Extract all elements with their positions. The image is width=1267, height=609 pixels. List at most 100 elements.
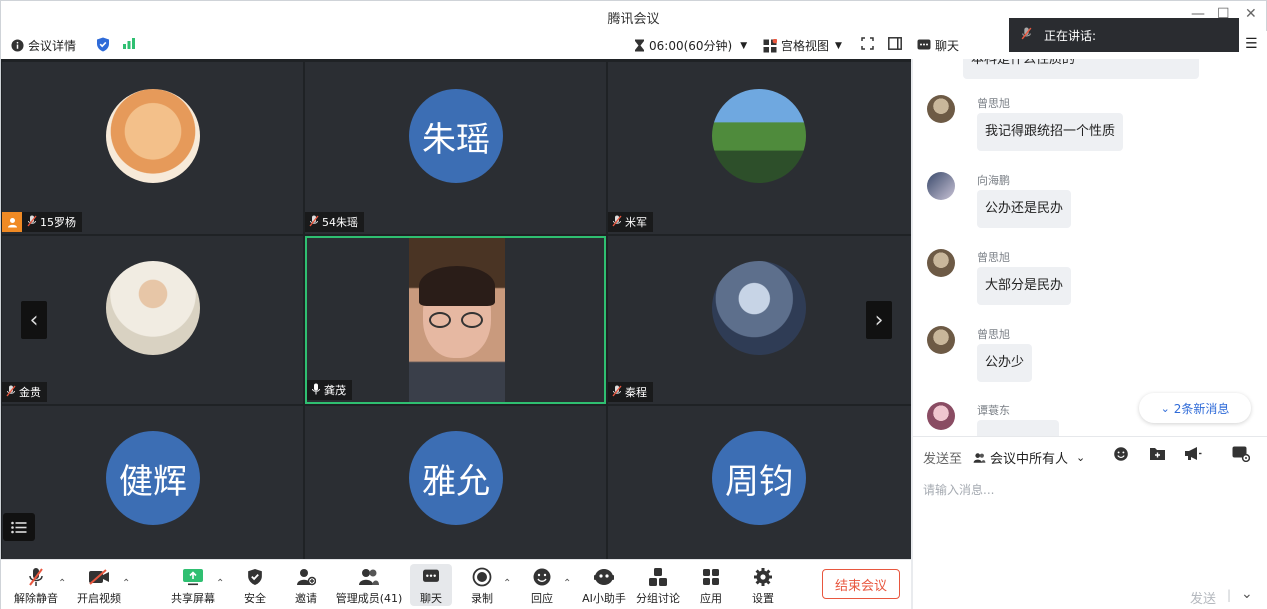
prev-page-button[interactable]: ‹: [21, 301, 47, 339]
chevron-up-icon[interactable]: ⌃: [122, 578, 130, 589]
chevron-up-icon[interactable]: ⌃: [503, 578, 511, 589]
breakout-label: 分组讨论: [636, 592, 680, 605]
participant-tile[interactable]: 健辉: [2, 406, 303, 559]
ai-assistant-label: AI小助手: [582, 592, 626, 605]
participant-name-tag: 金贵: [2, 382, 47, 402]
participant-tile[interactable]: 米军: [608, 62, 911, 234]
chevron-down-icon[interactable]: ⌄: [1241, 586, 1253, 602]
chat-button[interactable]: 聊天: [410, 564, 452, 606]
chat-message: 曾思旭 大部分是民办: [927, 249, 1247, 309]
participant-tile-active[interactable]: 龚茂: [305, 236, 606, 404]
speaking-indicator: 正在讲话:: [1009, 18, 1239, 52]
double-chevron-down-icon: ⌄: [1160, 401, 1170, 415]
chevron-right-icon: ›: [874, 307, 884, 333]
participant-tile[interactable]: 周钧: [608, 406, 911, 559]
next-page-button[interactable]: ›: [866, 301, 892, 339]
start-video-button[interactable]: 开启视频: [69, 566, 129, 606]
participant-name-tag: 54朱瑶: [305, 212, 364, 232]
video-off-icon: [89, 569, 109, 585]
chat-bubble: 公办少: [977, 344, 1033, 382]
chat-sender: 向海鹏: [977, 174, 1010, 187]
chevron-up-icon[interactable]: ⌃: [58, 578, 66, 589]
manage-members-button[interactable]: 管理成员(41): [334, 566, 404, 606]
participant-name: 金贵: [19, 386, 41, 399]
record-icon: [472, 567, 492, 587]
new-messages-button[interactable]: ⌄ 2条新消息: [1139, 393, 1251, 423]
chat-input[interactable]: 请输入消息...: [923, 481, 994, 498]
mic-muted-icon: [29, 568, 43, 586]
participant-name: 米军: [625, 216, 647, 229]
announce-button[interactable]: [1184, 446, 1202, 465]
mic-icon: [311, 383, 321, 398]
fullscreen-icon: [861, 37, 874, 50]
avatar: [712, 89, 806, 183]
avatar: [927, 402, 955, 430]
chat-bubble: [977, 420, 1059, 436]
emoji-button[interactable]: [1113, 446, 1129, 466]
participant-tile[interactable]: 15罗杨: [2, 62, 303, 234]
invite-label: 邀请: [295, 592, 317, 605]
participant-name: 秦程: [625, 386, 647, 399]
chevron-down-icon: ▼: [835, 40, 842, 51]
chat-message-list[interactable]: 本科是什么性质的 曾思旭 我记得跟统招一个性质 向海鹏 公办还是民办 曾思旭 大…: [913, 59, 1267, 436]
chat-label: 聊天: [420, 592, 442, 605]
participant-name: 龚茂: [324, 384, 346, 397]
avatar: [927, 249, 955, 277]
participant-name-tag: 秦程: [608, 382, 653, 402]
settings-button[interactable]: 设置: [733, 566, 793, 606]
ai-assistant-button[interactable]: AI小助手: [574, 566, 634, 606]
meeting-timer[interactable]: 06:00(60分钟) ▼: [634, 37, 747, 54]
menu-icon[interactable]: ☰: [1245, 36, 1258, 52]
member-list-button[interactable]: [3, 513, 35, 541]
share-screen-icon: [183, 569, 203, 586]
manage-members-label: 管理成员(41): [335, 592, 403, 605]
share-screen-button[interactable]: 共享屏幕: [163, 566, 223, 606]
unmute-button[interactable]: 解除静音: [6, 566, 66, 606]
send-to-select[interactable]: 会议中所有人 ⌄: [973, 448, 1085, 467]
invite-button[interactable]: 邀请: [276, 566, 336, 606]
apps-button[interactable]: 应用: [681, 566, 741, 606]
avatar: 健辉: [106, 431, 200, 525]
chat-bubble: 公办还是民办: [977, 190, 1072, 228]
view-mode-button[interactable]: 宫格视图 ▼: [763, 37, 842, 54]
participant-tile[interactable]: 雅允: [305, 406, 606, 559]
chat-header-label: 聊天: [935, 39, 960, 53]
participant-tile[interactable]: 金贵: [2, 236, 303, 404]
gear-icon: [754, 568, 772, 586]
chat-header-title: 聊天: [917, 37, 959, 54]
breakout-button[interactable]: 分组讨论: [628, 566, 688, 606]
avatar: 朱瑶: [409, 89, 503, 183]
chevron-up-icon[interactable]: ⌃: [216, 578, 224, 589]
close-icon[interactable]: ✕: [1245, 6, 1257, 22]
send-button[interactable]: 发送: [1190, 588, 1216, 607]
shield-icon: [248, 569, 262, 585]
host-icon: [2, 212, 22, 232]
avatar: 雅允: [409, 431, 503, 525]
mic-muted-icon: [612, 385, 622, 400]
network-signal[interactable]: [122, 37, 136, 49]
new-messages-label: 2条新消息: [1173, 401, 1230, 416]
mic-muted-icon: [612, 215, 622, 230]
security-shield[interactable]: [96, 37, 110, 52]
avatar: [106, 261, 200, 355]
meeting-info-button[interactable]: 会议详情: [11, 37, 76, 54]
fullscreen-button[interactable]: [861, 37, 874, 50]
list-icon: [11, 521, 27, 533]
apps-icon: [703, 569, 719, 585]
breakout-icon: [649, 568, 667, 586]
file-button[interactable]: [1149, 446, 1166, 465]
chat-settings-button[interactable]: [1232, 446, 1251, 466]
chevron-up-icon[interactable]: ⌃: [563, 578, 571, 589]
info-icon: [11, 39, 24, 52]
hourglass-icon: [635, 39, 644, 52]
sidebar-toggle-button[interactable]: [888, 37, 902, 50]
participant-tile[interactable]: 朱瑶 54朱瑶: [305, 62, 606, 234]
panel-icon: [888, 37, 902, 50]
start-video-label: 开启视频: [77, 592, 121, 605]
ai-assistant-icon: [594, 569, 614, 585]
end-meeting-button[interactable]: 结束会议: [822, 569, 900, 599]
send-to-value: 会议中所有人: [990, 452, 1069, 467]
send-to-label: 发送至: [923, 452, 963, 467]
speaking-label: 正在讲话:: [1044, 28, 1097, 43]
settings-label: 设置: [752, 592, 774, 605]
